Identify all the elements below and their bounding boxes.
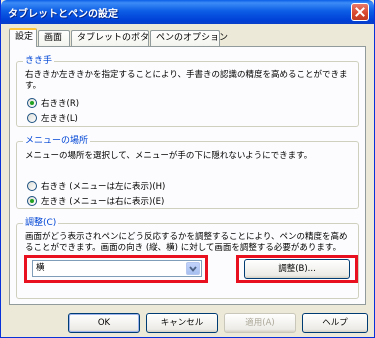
close-button[interactable]	[351, 3, 369, 21]
handedness-title: きき手	[23, 56, 55, 67]
menu-location-group: メニューの場所 メニューの場所を選択して、メニューが手の下に隠れないようにできま…	[16, 136, 359, 209]
calibrate-button[interactable]: 調整(B)...	[244, 259, 350, 279]
chevron-down-icon	[189, 265, 197, 272]
radio-indicator[interactable]	[27, 98, 37, 108]
handedness-group: きき手 右ききか左ききかを指定することにより、手書きの認識の精度を高めることがで…	[16, 56, 359, 127]
radio-menu-left[interactable]: 右きき (メニューは左に表示)(H)	[27, 180, 165, 192]
menu-location-description: メニューの場所を選択して、メニューが手の下に隠れないようにできます。	[25, 151, 313, 161]
ok-button[interactable]: OK	[68, 313, 140, 333]
help-button[interactable]: ヘルプ	[302, 313, 368, 333]
radio-label: 左きき(L)	[41, 114, 78, 124]
dropdown-button[interactable]	[186, 262, 200, 275]
tab-display[interactable]: 画面	[38, 30, 70, 46]
radio-indicator[interactable]	[27, 113, 37, 123]
tab-settings[interactable]: 設定	[9, 28, 37, 47]
calibration-title: 調整(C)	[23, 218, 59, 229]
radio-right-handed[interactable]: 右きき(R)	[27, 97, 79, 109]
radio-indicator[interactable]	[27, 181, 37, 191]
calibration-description: 画面がどう表示されペンにどう反応するかを調整することにより、ペンの精度を高めるこ…	[25, 232, 348, 253]
title-bar[interactable]: タブレットとペンの設定	[1, 0, 374, 24]
radio-left-handed[interactable]: 左きき(L)	[27, 112, 78, 124]
radio-label: 左きき (メニューは右に表示)(E)	[41, 197, 165, 207]
orientation-select[interactable]: 横	[32, 260, 202, 277]
window-title: タブレットとペンの設定	[8, 9, 118, 20]
tab-tablet-buttons[interactable]: タブレットのボタン	[71, 30, 158, 46]
cancel-button[interactable]: キャンセル	[146, 313, 218, 333]
apply-button[interactable]: 適用(A)	[224, 313, 296, 333]
menu-location-title: メニューの場所	[23, 136, 91, 147]
orientation-value: 横	[36, 263, 45, 273]
radio-label: 右きき (メニューは左に表示)(H)	[41, 182, 166, 192]
radio-label: 右きき(R)	[41, 99, 80, 109]
handedness-description: 右ききか左ききかを指定することにより、手書きの認識の精度を高めることができます。	[25, 70, 348, 91]
radio-indicator[interactable]	[27, 196, 37, 206]
settings-window: タブレットとペンの設定 設定 画面 タブレットのボタン ペンのオプション きき手…	[0, 0, 375, 338]
settings-panel: きき手 右ききか左ききかを指定することにより、手書きの認識の精度を高めることがで…	[9, 46, 366, 305]
close-icon	[355, 7, 365, 17]
tab-pen-options[interactable]: ペンのオプション	[150, 30, 228, 46]
radio-menu-right[interactable]: 左きき (メニューは右に表示)(E)	[27, 195, 164, 207]
